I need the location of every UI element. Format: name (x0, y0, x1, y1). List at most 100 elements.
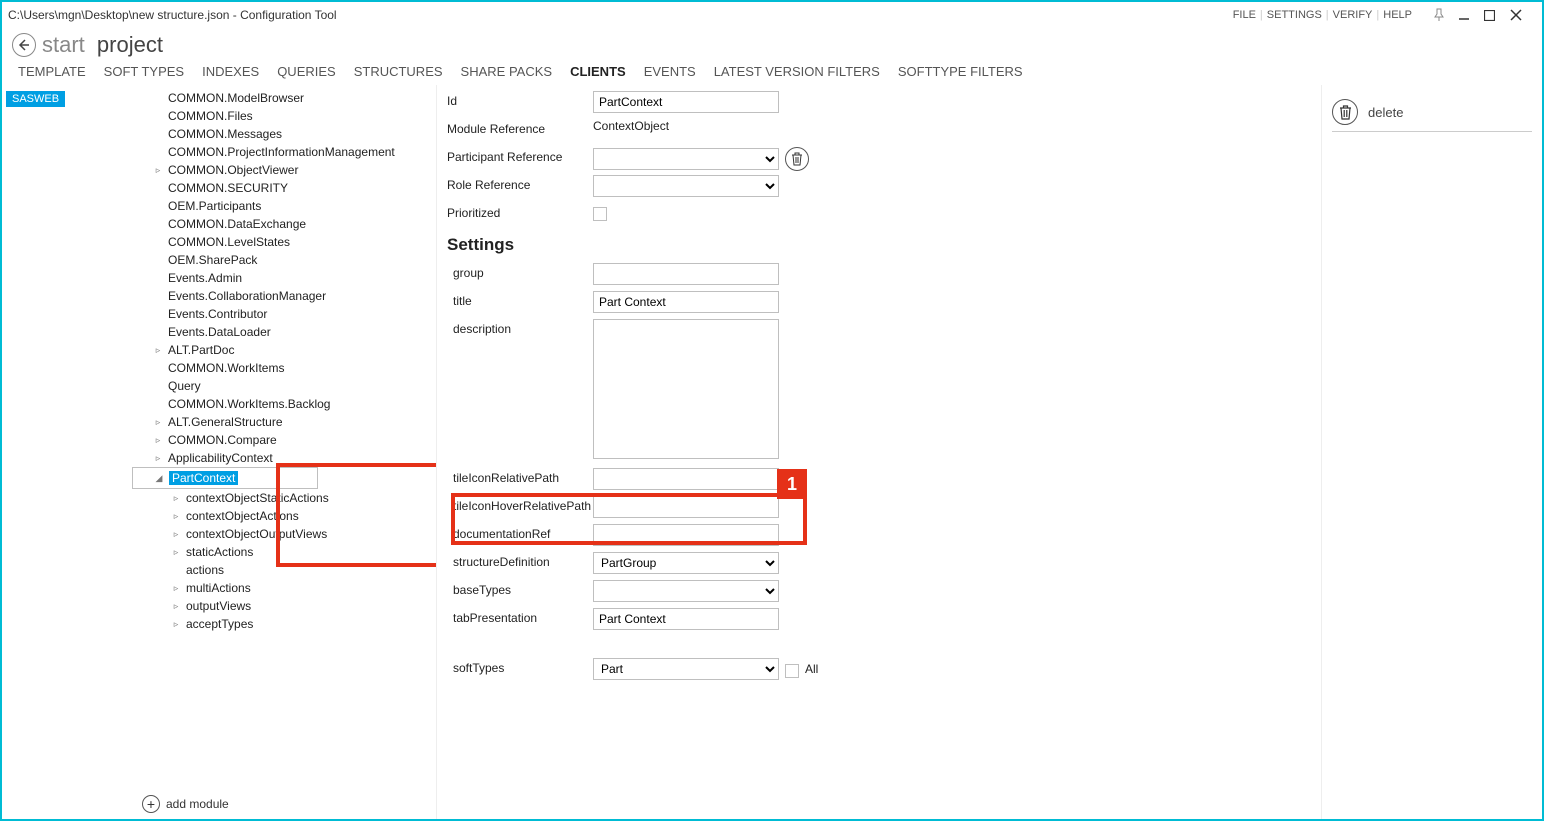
tree-item[interactable]: COMMON.LevelStates (132, 233, 436, 251)
tab-queries[interactable]: QUERIES (277, 64, 336, 79)
label-roleref: Role Reference (447, 175, 593, 192)
tree-item-label: COMMON.SECURITY (168, 181, 288, 195)
label-tileicon: tileIconRelativePath (447, 468, 593, 485)
tree-item[interactable]: COMMON.Messages (132, 125, 436, 143)
tab-soft-types[interactable]: SOFT TYPES (104, 64, 184, 79)
tab-softtype-filters[interactable]: SOFTTYPE FILTERS (898, 64, 1023, 79)
minimize-button[interactable] (1458, 9, 1484, 21)
pin-icon[interactable] (1432, 8, 1458, 22)
field-docref[interactable] (593, 524, 779, 546)
tab-clients[interactable]: CLIENTS (570, 64, 626, 79)
callout-badge-1: 1 (777, 469, 807, 499)
delete-participantref-button[interactable] (785, 147, 809, 171)
expand-icon[interactable]: ▹ (170, 601, 182, 612)
tree-item[interactable]: ▹ ALT.GeneralStructure (132, 413, 436, 431)
tab-latest-version-filters[interactable]: LATEST VERSION FILTERS (714, 64, 880, 79)
menu-help[interactable]: HELP (1383, 9, 1412, 21)
crumb-start[interactable]: start (42, 32, 85, 57)
field-tabpres[interactable] (593, 608, 779, 630)
tree-panel: COMMON.ModelBrowserCOMMON.FilesCOMMON.Me… (132, 85, 437, 819)
tree-item[interactable]: Query (132, 377, 436, 395)
field-softtypes[interactable]: Part (593, 658, 779, 680)
tree-item[interactable]: COMMON.ProjectInformationManagement (132, 143, 436, 161)
label-moduleref: Module Reference (447, 119, 593, 136)
menu-verify[interactable]: VERIFY (1333, 9, 1373, 21)
expand-icon[interactable]: ▹ (170, 547, 182, 558)
tree-item[interactable]: ▹contextObjectActions (132, 507, 436, 525)
tree-item[interactable]: ▹multiActions (132, 579, 436, 597)
tree-item[interactable]: Events.Contributor (132, 305, 436, 323)
tab-indexes[interactable]: INDEXES (202, 64, 259, 79)
tab-events[interactable]: EVENTS (644, 64, 696, 79)
expand-icon[interactable]: ▹ (152, 453, 164, 464)
tree-item[interactable]: ▹contextObjectStaticActions (132, 489, 436, 507)
label-title: title (447, 291, 593, 308)
action-delete[interactable]: delete (1332, 99, 1532, 125)
label-tileiconhover: tileIconHoverRelativePath (447, 496, 593, 513)
tree-item[interactable]: ▹staticActions (132, 543, 436, 561)
tree-item[interactable]: COMMON.WorkItems.Backlog (132, 395, 436, 413)
tree-item[interactable]: COMMON.ModelBrowser (132, 89, 436, 107)
add-module-button[interactable]: + add module (142, 795, 229, 813)
tree-item[interactable]: ▹ outputViews (132, 597, 436, 615)
tab-template[interactable]: TEMPLATE (18, 64, 86, 79)
field-structdef[interactable]: PartGroup (593, 552, 779, 574)
tree-item[interactable]: ▹acceptTypes (132, 615, 436, 633)
tree-item[interactable]: ▹ALT.PartDoc (132, 341, 436, 359)
label-docref: documentationRef (447, 524, 593, 541)
tree-item[interactable]: ▹COMMON.ObjectViewer (132, 161, 436, 179)
field-tileicon[interactable] (593, 468, 779, 490)
expand-icon[interactable]: ▹ (170, 511, 182, 522)
tree-item[interactable]: ▹COMMON.Compare (132, 431, 436, 449)
tree-item[interactable]: actions (132, 561, 436, 579)
menu-settings[interactable]: SETTINGS (1267, 9, 1322, 21)
tree-item-label: ALT.GeneralStructure (168, 415, 283, 429)
field-prioritized[interactable] (593, 207, 607, 221)
tab-structures[interactable]: STRUCTURES (354, 64, 443, 79)
expand-icon[interactable]: ▹ (152, 417, 164, 428)
client-tag[interactable]: SASWEB (6, 91, 65, 107)
expand-icon[interactable]: ▹ (152, 165, 164, 176)
checkbox-all[interactable] (785, 664, 799, 678)
tree-item-label: COMMON.WorkItems.Backlog (168, 397, 330, 411)
expand-icon[interactable]: ▹ (170, 493, 182, 504)
right-panel-divider (1332, 131, 1532, 132)
tree-item[interactable]: Events.Admin (132, 269, 436, 287)
tree-item-label: Events.CollaborationManager (168, 289, 326, 303)
expand-icon[interactable]: ▹ (152, 435, 164, 446)
tree-item[interactable]: COMMON.SECURITY (132, 179, 436, 197)
expand-icon[interactable]: ▹ (170, 583, 182, 594)
tab-share-packs[interactable]: SHARE PACKS (461, 64, 553, 79)
menu-file[interactable]: FILE (1233, 9, 1256, 21)
tree-item[interactable]: COMMON.DataExchange (132, 215, 436, 233)
plus-icon: + (142, 795, 160, 813)
field-description[interactable] (593, 319, 779, 459)
expand-icon[interactable]: ▹ (170, 619, 182, 630)
expand-icon[interactable]: ▹ (170, 529, 182, 540)
tree-item[interactable]: Events.DataLoader (132, 323, 436, 341)
expand-icon[interactable]: ▹ (152, 345, 164, 356)
tree-item[interactable]: ▹contextObjectOutputViews (132, 525, 436, 543)
field-tileiconhover[interactable] (593, 496, 779, 518)
heading-settings: Settings (447, 235, 1311, 255)
tree-item[interactable]: OEM.SharePack (132, 251, 436, 269)
field-participantref[interactable] (593, 148, 779, 170)
maximize-button[interactable] (1484, 10, 1510, 21)
back-button[interactable] (12, 33, 36, 57)
tree-item[interactable]: COMMON.WorkItems (132, 359, 436, 377)
title-bar: C:\Users\mgn\Desktop\new structure.json … (2, 2, 1542, 28)
tree-item[interactable]: ▹ApplicabilityContext (132, 449, 436, 467)
field-title[interactable] (593, 291, 779, 313)
field-group[interactable] (593, 263, 779, 285)
tree-item[interactable]: OEM.Participants (132, 197, 436, 215)
collapse-icon[interactable]: ◢ (153, 473, 165, 484)
tree-item[interactable]: ◢PartContext (132, 467, 318, 489)
field-roleref[interactable] (593, 175, 779, 197)
field-id[interactable] (593, 91, 779, 113)
field-basetypes[interactable] (593, 580, 779, 602)
tree-item[interactable]: COMMON.Files (132, 107, 436, 125)
crumb-project[interactable]: project (97, 32, 163, 57)
tree-item[interactable]: Events.CollaborationManager (132, 287, 436, 305)
close-button[interactable] (1510, 9, 1536, 21)
tree-item-label: outputViews (186, 599, 251, 613)
